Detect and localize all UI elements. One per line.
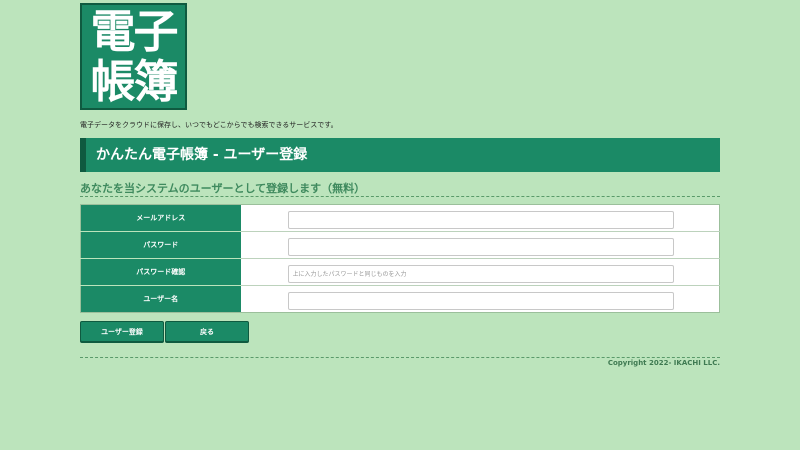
- password-confirm-field[interactable]: [287, 265, 674, 284]
- password-label: パスワード: [80, 231, 241, 259]
- email-field[interactable]: [287, 211, 674, 230]
- copyright-text: Copyright 2022- IKACHI LLC.: [607, 359, 720, 367]
- username-field[interactable]: [287, 292, 674, 311]
- site-logo[interactable]: 電子 帳簿: [80, 3, 187, 110]
- form-row-username: ユーザー名: [80, 285, 720, 313]
- password-confirm-label: パスワード確認: [80, 258, 241, 286]
- site-tagline: 電子データをクラウドに保存し、いつでもどこからでも検索できるサービスです。: [80, 121, 338, 129]
- password-cell: [240, 231, 720, 259]
- register-button[interactable]: ユーザー登録: [80, 321, 164, 342]
- page-subtitle: あなたを当システムのユーザーとして登録します（無料）: [80, 180, 720, 197]
- password-field[interactable]: [287, 238, 674, 257]
- page-title: かんたん電子帳簿 - ユーザー登録: [80, 138, 720, 172]
- registration-page: 電子 帳簿 電子データをクラウドに保存し、いつでもどこからでも検索できるサービス…: [0, 0, 800, 450]
- registration-form: メールアドレス パスワード パスワード確認 ユーザー名: [80, 204, 720, 313]
- footer-divider: [80, 357, 720, 358]
- form-row-password: パスワード: [80, 231, 720, 259]
- username-cell: [241, 286, 720, 313]
- logo-line-2: 帳簿: [90, 55, 178, 108]
- logo-line-1: 電子: [90, 5, 178, 58]
- username-label: ユーザー名: [80, 285, 241, 313]
- email-cell: [240, 204, 720, 232]
- email-label: メールアドレス: [80, 204, 241, 232]
- form-row-email: メールアドレス: [80, 204, 720, 232]
- password-confirm-cell: [240, 258, 720, 286]
- back-button[interactable]: 戻る: [165, 321, 249, 342]
- form-row-password-confirm: パスワード確認: [80, 258, 720, 286]
